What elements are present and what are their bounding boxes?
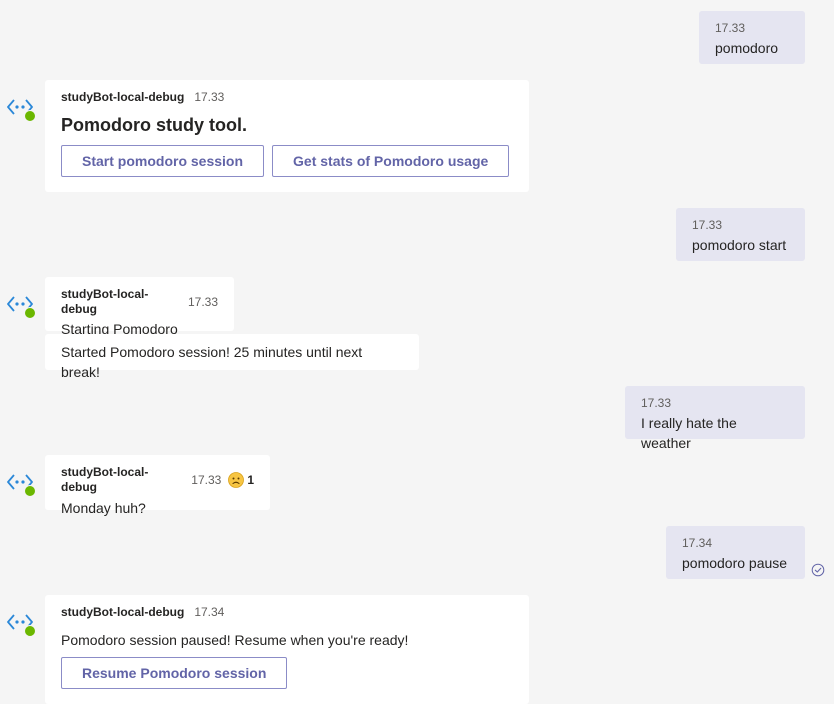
bot-card-message: studyBot-local-debug 17.33 Pomodoro stud… (45, 80, 529, 192)
user-message: 17.33 pomodoro (699, 11, 805, 64)
online-status-icon (24, 307, 36, 319)
message-time: 17.33 (715, 21, 746, 35)
message-text: Started Pomodoro session! 25 minutes unt… (61, 344, 363, 380)
bot-message: studyBot-local-debug 17.33 1 Monday huh? (45, 455, 270, 516)
sender-name: studyBot-local-debug (61, 287, 149, 316)
start-pomodoro-button[interactable]: Start pomodoro session (61, 145, 265, 177)
bot-message: studyBot-local-debug 17.33 Starting Pomo… (45, 277, 234, 337)
message-time: 17.34 (682, 536, 713, 550)
online-status-icon (24, 625, 36, 637)
message-text: pomodoro (715, 40, 779, 56)
resume-pomodoro-button[interactable]: Resume Pomodoro session (61, 657, 288, 689)
message-time: 17.33 (692, 218, 723, 232)
card-title: Pomodoro study tool. (61, 115, 247, 135)
user-message: 17.33 pomodoro start (676, 208, 805, 261)
bot-avatar[interactable] (7, 471, 36, 497)
message-time: 17.33 (187, 294, 218, 309)
get-stats-button[interactable]: Get stats of Pomodoro usage (272, 145, 510, 177)
bot-avatar[interactable] (7, 611, 36, 637)
sender-name: studyBot-local-debug (61, 90, 185, 104)
chat-pane: 17.33 pomodoro studyBot-local-debug 17.3… (0, 0, 834, 704)
sad-face-icon (228, 472, 245, 488)
bot-followup-message: Started Pomodoro session! 25 minutes unt… (45, 334, 419, 380)
sender-name: studyBot-local-debug (61, 605, 185, 619)
user-message: 17.33 I really hate the weather (625, 386, 805, 451)
message-time: 17.33 (194, 90, 225, 104)
bot-card-message: studyBot-local-debug 17.34 Pomodoro sess… (45, 595, 529, 704)
message-text: I really hate the weather (641, 415, 737, 451)
message-text: Pomodoro session paused! Resume when you… (61, 632, 409, 648)
message-text: Monday huh? (61, 500, 146, 516)
message-text: pomodoro start (692, 237, 787, 253)
message-time: 17.34 (194, 605, 225, 619)
sender-name: studyBot-local-debug (61, 465, 149, 494)
reaction[interactable]: 1 (228, 472, 254, 488)
message-time: 17.33 (641, 396, 672, 410)
reaction-count: 1 (247, 472, 254, 487)
message-time: 17.33 (191, 472, 222, 487)
online-status-icon (24, 485, 36, 497)
seen-check-icon (811, 563, 825, 577)
online-status-icon (24, 110, 36, 122)
message-text: pomodoro pause (682, 555, 788, 571)
bot-avatar[interactable] (7, 293, 36, 319)
user-message: 17.34 pomodoro pause (666, 526, 805, 579)
bot-avatar[interactable] (7, 96, 36, 122)
